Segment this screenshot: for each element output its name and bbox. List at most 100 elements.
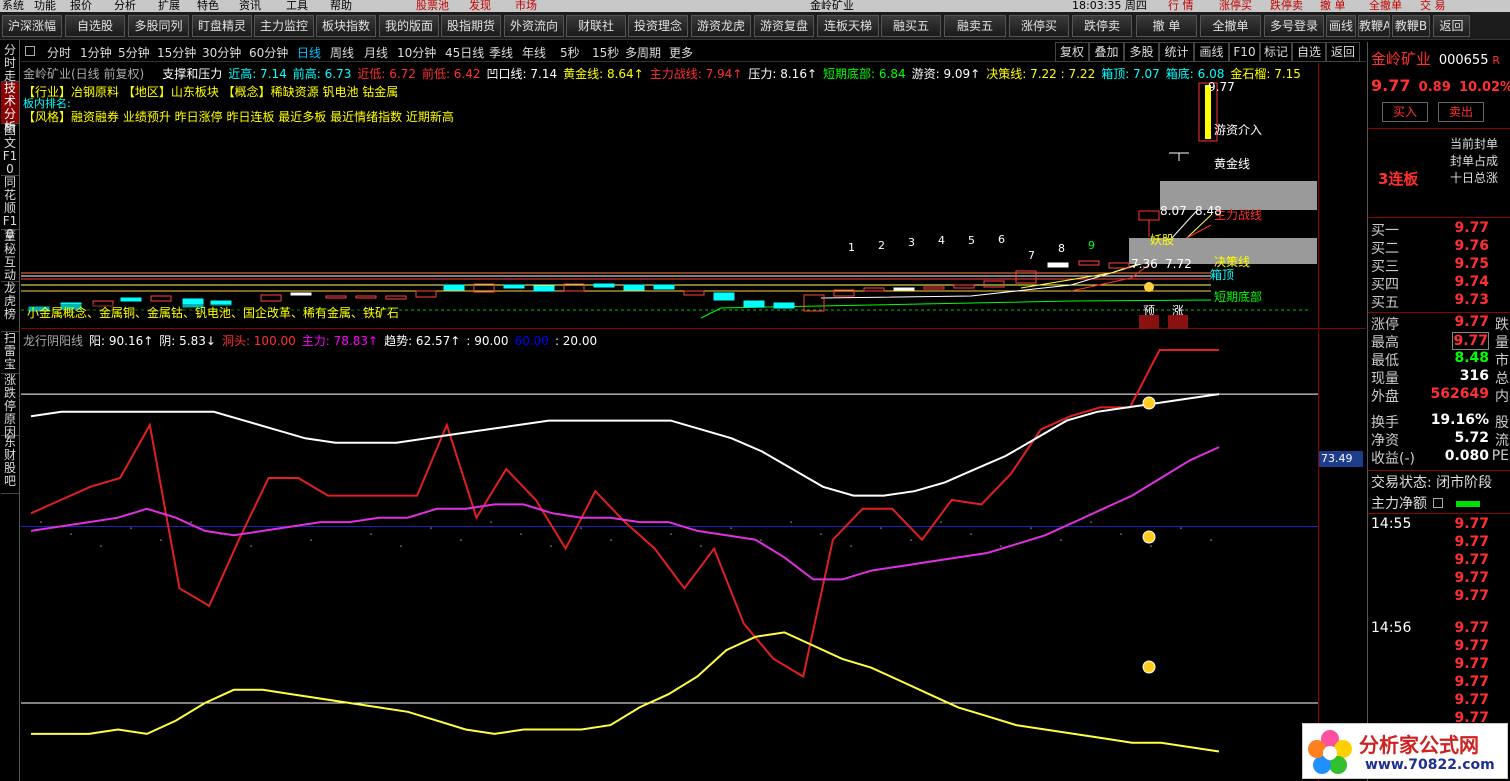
dot-mark [190, 521, 192, 523]
menu-item[interactable]: 市场 [515, 0, 537, 12]
toolbar-button[interactable]: 主力监控 [254, 15, 314, 37]
tick-price: 9.77 [1454, 516, 1489, 532]
left-tab[interactable]: 董秘互动 [1, 230, 19, 282]
menu-item[interactable]: 涨停买 [1219, 0, 1252, 12]
toolbar-button[interactable]: 游资复盘 [754, 15, 814, 37]
period-tab[interactable]: 5秒 [560, 44, 580, 61]
sell-button[interactable]: 卖出 [1438, 102, 1484, 122]
toolbar-button[interactable]: 教鞭B [1392, 15, 1430, 37]
chart-tool-button[interactable]: F10 [1229, 42, 1260, 62]
period-tab[interactable]: 15秒 [592, 44, 619, 61]
left-tab[interactable]: 龙虎榜 [1, 282, 19, 332]
chart-tool-button[interactable]: 复权 [1055, 42, 1089, 62]
chart-tool-button[interactable]: 标记 [1260, 42, 1292, 62]
menu-item[interactable]: 分析 [114, 0, 136, 12]
period-tab[interactable]: 1分钟 [80, 44, 112, 61]
toolbar-button[interactable]: 融买五 [881, 15, 941, 37]
left-tab[interactable]: 东财股吧 [1, 436, 19, 494]
toolbar-button[interactable]: 我的版面 [379, 15, 439, 37]
menu-icon[interactable] [1433, 498, 1444, 508]
period-tab[interactable]: 更多 [669, 44, 693, 61]
dot-mark [910, 539, 912, 541]
period-tab[interactable]: 分时 [47, 44, 71, 61]
menu-item[interactable]: 18:03:35 周四 [1072, 0, 1147, 12]
menu-item[interactable]: 跌停卖 [1270, 0, 1303, 12]
dot-mark [100, 545, 102, 547]
toolbar-button[interactable]: 涨停买 [1009, 15, 1069, 37]
toolbar-button[interactable]: 财联社 [566, 15, 626, 37]
stat-suffix: 内 [1495, 389, 1509, 405]
menu-item[interactable]: 工具 [286, 0, 308, 12]
toolbar-button[interactable]: 沪深涨幅 [2, 15, 62, 37]
coin-icon [1142, 530, 1156, 544]
left-tab[interactable]: 技术分析 [1, 82, 19, 134]
menu-item[interactable]: 发现 [469, 0, 491, 12]
toolbar-button[interactable]: 融卖五 [944, 15, 1006, 37]
toolbar-button[interactable]: 自选股 [65, 15, 125, 37]
period-tab[interactable]: 年线 [522, 44, 546, 61]
stat-label: 外盘 [1371, 389, 1399, 405]
menu-item[interactable]: 交 易 [1420, 0, 1446, 12]
toolbar-button[interactable]: 板块指数 [316, 15, 376, 37]
toolbar-button[interactable]: 跌停卖 [1072, 15, 1132, 37]
chart-tool-button[interactable]: 返回 [1326, 42, 1360, 62]
toggle-icon[interactable] [25, 46, 35, 56]
toolbar-button[interactable]: 画线 [1326, 15, 1356, 37]
buy-button[interactable]: 买入 [1382, 102, 1428, 122]
toolbar-button[interactable]: 股指期货 [441, 15, 501, 37]
toolbar-button[interactable]: 游资龙虎 [691, 15, 751, 37]
menu-item[interactable]: 功能 [34, 0, 56, 12]
menu-item[interactable]: 系统 [2, 0, 24, 12]
menu-item[interactable]: 股票池 [416, 0, 449, 12]
toolbar-button[interactable]: 外资流向 [504, 15, 564, 37]
left-tab[interactable]: 涨跌停原因 [1, 374, 19, 439]
period-bar: 分时 1分钟 5分钟 15分钟 30分钟 60分钟 日线 周线 月线 10分钟 45日线 季线 年线 5秒… [21, 42, 1366, 62]
section-divider [1368, 217, 1510, 218]
toolbar-button[interactable]: 盯盘精灵 [192, 15, 252, 37]
chart-tool-button[interactable]: 画线 [1194, 42, 1229, 62]
toolbar-button[interactable]: 多股同列 [128, 15, 189, 37]
period-tab[interactable]: 30分钟 [202, 44, 241, 61]
chart-tool-button[interactable]: 统计 [1159, 42, 1194, 62]
chart-tool-button[interactable]: 自选 [1292, 42, 1326, 62]
period-tab[interactable]: 10分钟 [397, 44, 436, 61]
period-tab[interactable]: 60分钟 [249, 44, 288, 61]
toolbar-button[interactable]: 全撤单 [1200, 15, 1261, 37]
menu-item[interactable]: 全撤单 [1369, 0, 1402, 12]
period-tab[interactable]: 周线 [330, 44, 354, 61]
chart-tool-button[interactable]: 叠加 [1089, 42, 1124, 62]
toolbar-button[interactable]: 返回 [1433, 15, 1470, 37]
left-tab[interactable]: 同花顺F10 [1, 176, 19, 241]
toolbar-button[interactable]: 连板天梯 [817, 15, 879, 37]
period-tab[interactable]: 季线 [489, 44, 513, 61]
chart-tool-button[interactable]: 多股 [1124, 42, 1159, 62]
logo-text: 分析家公式网 [1359, 733, 1479, 757]
menu-item[interactable]: 报价 [70, 0, 92, 12]
menu-item[interactable]: 金岭矿业 [810, 0, 854, 12]
period-tab[interactable]: 45日线 [445, 44, 484, 61]
period-tab[interactable]: 月线 [364, 44, 388, 61]
section-divider [1368, 513, 1510, 514]
period-tab[interactable]: 日线 [297, 44, 321, 61]
period-tab[interactable]: 15分钟 [157, 44, 196, 61]
period-tab[interactable]: 多周期 [625, 44, 661, 61]
menu-item[interactable]: 帮助 [330, 0, 352, 12]
menu-item[interactable]: 资讯 [239, 0, 261, 12]
menu-item[interactable]: 行 情 [1168, 0, 1194, 12]
menu-item[interactable]: 扩展 [158, 0, 180, 12]
period-tab[interactable]: 5分钟 [118, 44, 150, 61]
toolbar-button[interactable]: 多号登录 [1264, 15, 1324, 37]
stat-row: 收益(-) 0.080 PE [1368, 448, 1510, 467]
left-tab[interactable]: 分时走势 [1, 44, 19, 96]
toolbar-button[interactable]: 投资理念 [628, 15, 688, 37]
kline-panel: 金岭矿业(日线 前复权) 支撑和压力 近高: 7.14 前高: 6.73 近低: 6.7… [21, 63, 1366, 329]
order-book: 买一 9.77 买二 9.76 买三 9.75 买四 9.74 买五 9.73 [1368, 220, 1510, 312]
book-price: 9.75 [1454, 256, 1489, 272]
toolbar-button[interactable]: 教鞭A [1358, 15, 1390, 37]
menu-item[interactable]: 撤 单 [1320, 0, 1346, 12]
menu-item[interactable]: 特色 [197, 0, 219, 12]
left-tab[interactable]: 扫雷宝 [1, 332, 19, 374]
candle [773, 302, 795, 309]
left-tab[interactable]: 图文F10 [1, 124, 19, 176]
toolbar-button[interactable]: 撤 单 [1136, 15, 1197, 37]
